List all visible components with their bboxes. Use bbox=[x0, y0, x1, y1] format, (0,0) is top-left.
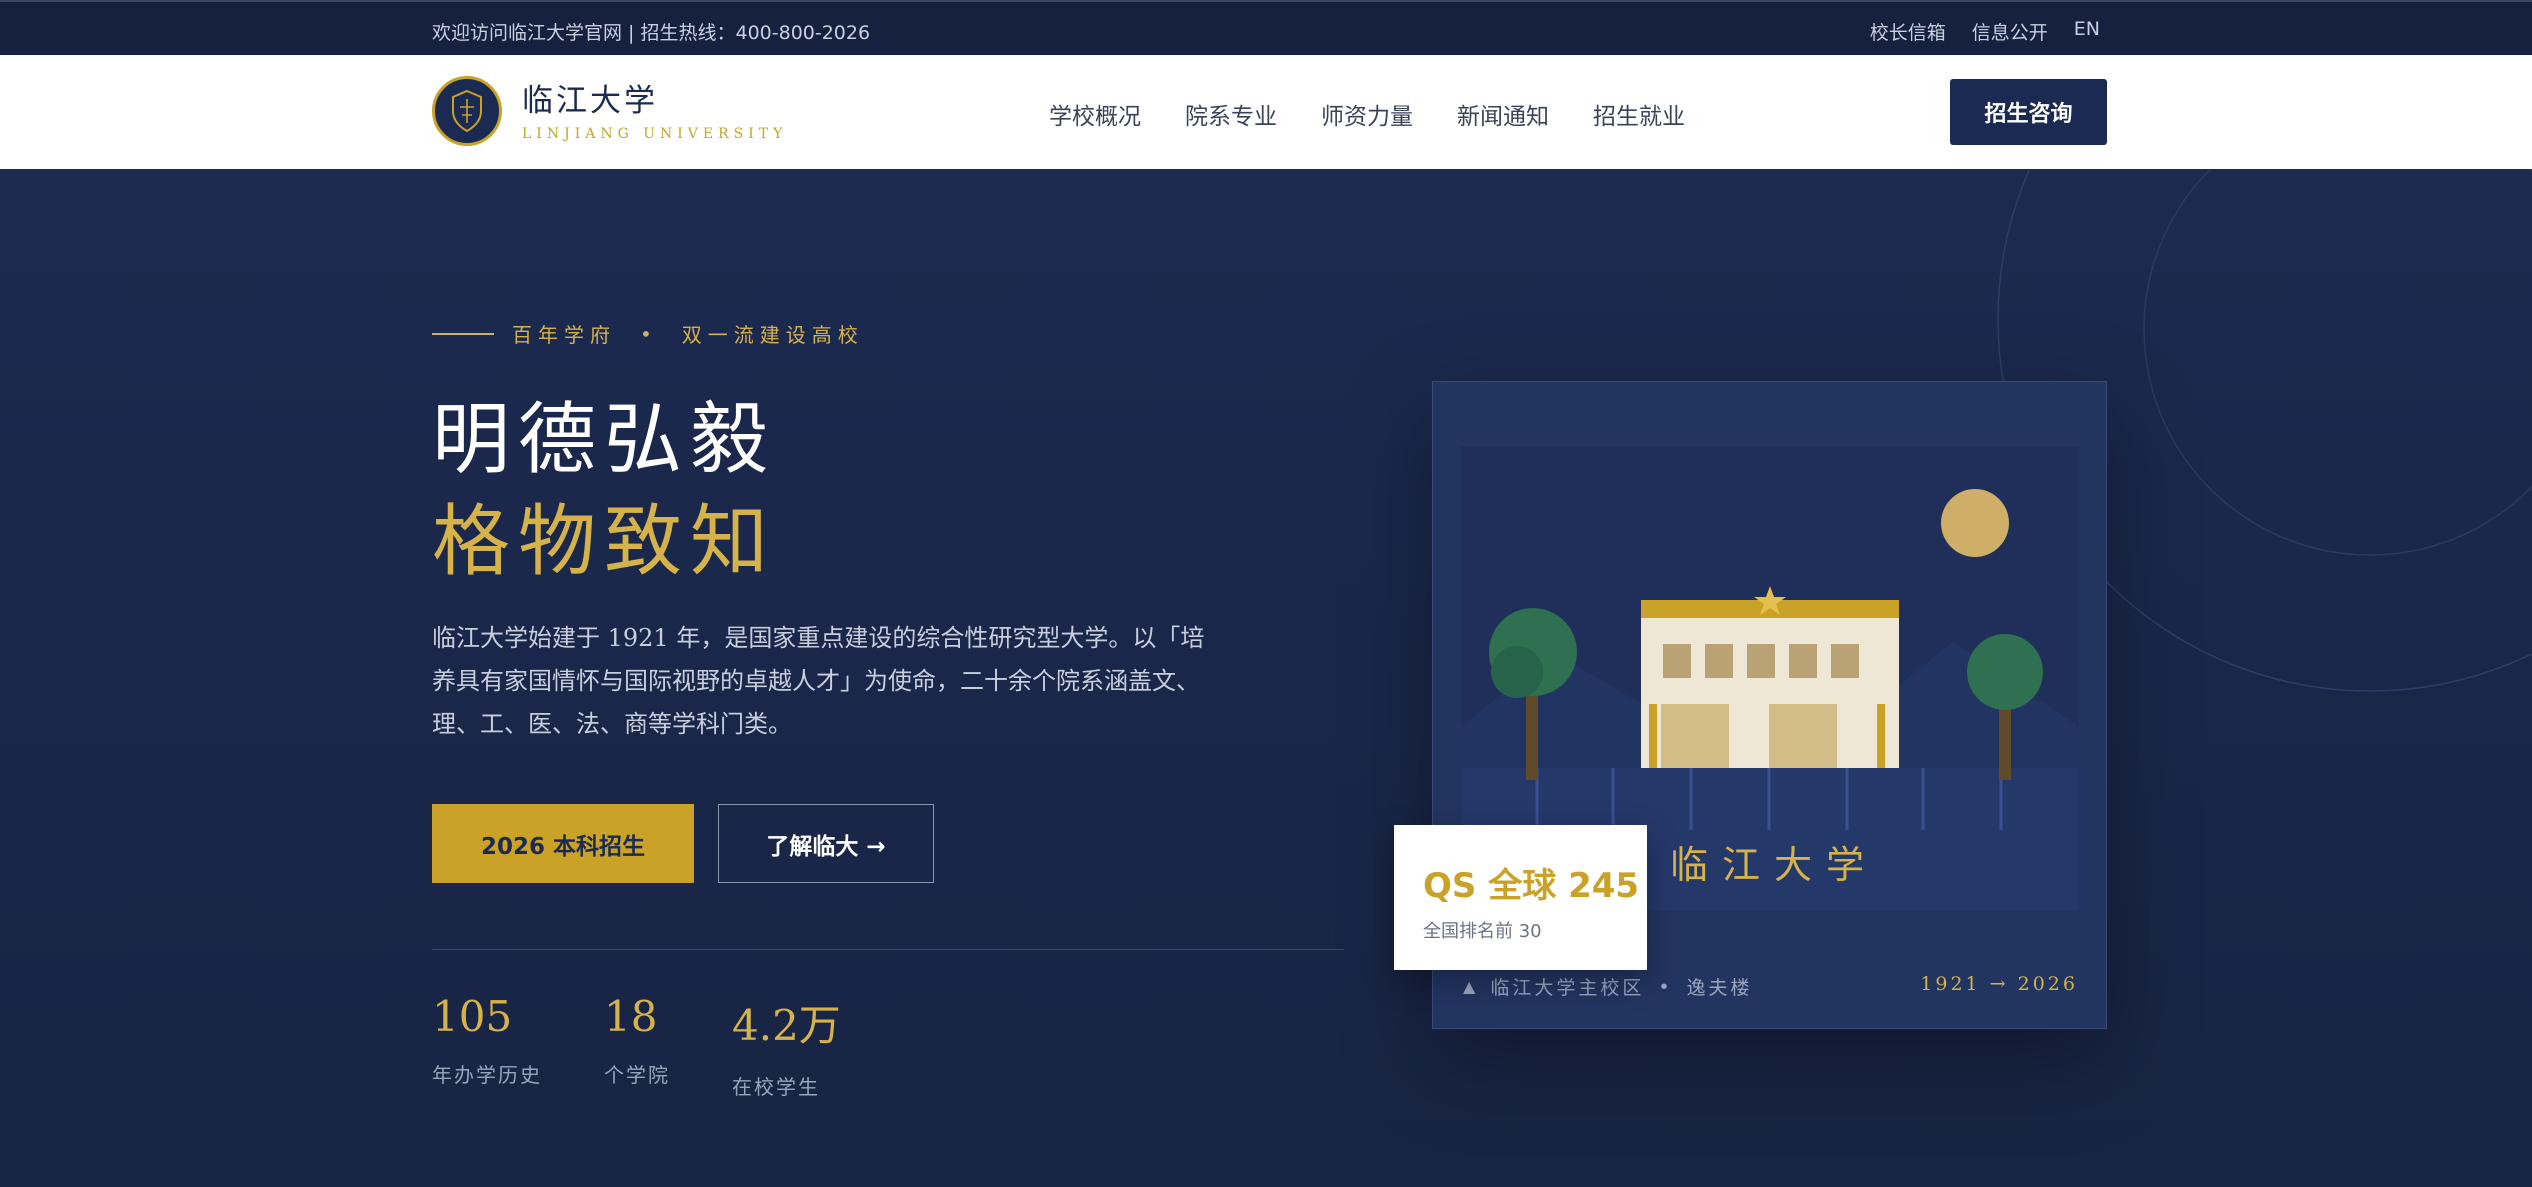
hero-section: 百年学府 • 双一流建设高校 明德弘毅 格物致知 临江大学始建于 1921 年，… bbox=[0, 169, 2532, 1187]
tagline-left: 百年学府 bbox=[512, 323, 616, 347]
stat-value: 18 bbox=[604, 992, 658, 1041]
top-utility-bar: 欢迎访问临江大学官网 | 招生热线：400-800-2026 校长信箱 信息公开… bbox=[0, 0, 2532, 55]
welcome-text: 欢迎访问临江大学官网 | 招生热线：400-800-2026 bbox=[432, 22, 871, 44]
campus-card-title: 临江大学 bbox=[1670, 843, 1879, 887]
campus-card-years: 1921 → 2026 bbox=[1920, 973, 2078, 995]
ranking-subtext: 全国排名前 30 bbox=[1423, 921, 1542, 942]
ranking-badge: QS 全球 245 全国排名前 30 bbox=[1394, 825, 1647, 970]
undergrad-admissions-button[interactable]: 2026 本科招生 bbox=[432, 804, 694, 883]
stat-colleges: 18 个学院 bbox=[604, 992, 670, 1088]
stat-value: 4.2万 bbox=[732, 1001, 841, 1050]
tagline-rule bbox=[432, 332, 494, 335]
principal-mailbox-link[interactable]: 校长信箱 bbox=[1870, 18, 1946, 45]
hero-title-line2: 格物致知 bbox=[432, 497, 777, 587]
stat-label: 年办学历史 bbox=[432, 1063, 542, 1087]
ranking-value: QS 全球 245 bbox=[1423, 866, 1640, 906]
utility-links: 校长信箱 信息公开 EN bbox=[1870, 18, 2100, 45]
nav-item-faculty[interactable]: 师资力量 bbox=[1321, 97, 1413, 131]
stat-value: 105 bbox=[432, 992, 513, 1041]
admissions-consult-button[interactable]: 招生咨询 bbox=[1950, 79, 2107, 145]
hero-title-line1: 明德弘毅 bbox=[432, 395, 777, 485]
location-text: 临江大学主校区 bbox=[1490, 977, 1645, 999]
university-name[interactable]: 临江大学 bbox=[522, 75, 658, 120]
shield-emblem-icon[interactable] bbox=[432, 76, 502, 146]
location-triangle-icon: ▲ bbox=[1463, 977, 1479, 996]
tagline-right: 双一流建设高校 bbox=[681, 323, 864, 347]
building-text: 逸夫楼 bbox=[1686, 977, 1753, 999]
english-link[interactable]: EN bbox=[2074, 18, 2100, 45]
learn-more-button[interactable]: 了解临大 → bbox=[718, 804, 934, 883]
campus-card-location: ▲ 临江大学主校区 • 逸夫楼 bbox=[1463, 973, 1753, 1000]
emblem-graphic bbox=[452, 89, 482, 133]
info-disclosure-link[interactable]: 信息公开 bbox=[1972, 18, 2048, 45]
tagline-dot: • bbox=[640, 321, 658, 346]
location-dot: • bbox=[1658, 975, 1673, 998]
stat-students: 4.2万 在校学生 bbox=[732, 992, 841, 1100]
stat-label: 个学院 bbox=[604, 1063, 670, 1087]
nav-item-departments[interactable]: 院系专业 bbox=[1185, 97, 1277, 131]
hero-tagline: 百年学府 • 双一流建设高校 bbox=[432, 319, 864, 348]
nav-item-admissions[interactable]: 招生就业 bbox=[1593, 97, 1685, 131]
stats-divider bbox=[432, 949, 1344, 950]
main-navbar: 临江大学 LINJIANG UNIVERSITY 学校概况 院系专业 师资力量 … bbox=[0, 55, 2532, 169]
hero-intro: 临江大学始建于 1921 年，是国家重点建设的综合性研究型大学。以「培养具有家国… bbox=[432, 624, 1205, 738]
nav-item-overview[interactable]: 学校概况 bbox=[1049, 97, 1141, 131]
nav-item-news[interactable]: 新闻通知 bbox=[1457, 97, 1549, 131]
stat-history: 105 年办学历史 bbox=[432, 992, 542, 1088]
university-name-en: LINJIANG UNIVERSITY bbox=[522, 126, 788, 142]
stat-label: 在校学生 bbox=[732, 1075, 820, 1099]
primary-nav: 学校概况 院系专业 师资力量 新闻通知 招生就业 bbox=[1049, 97, 1685, 131]
decorative-circles bbox=[1997, 169, 2532, 692]
